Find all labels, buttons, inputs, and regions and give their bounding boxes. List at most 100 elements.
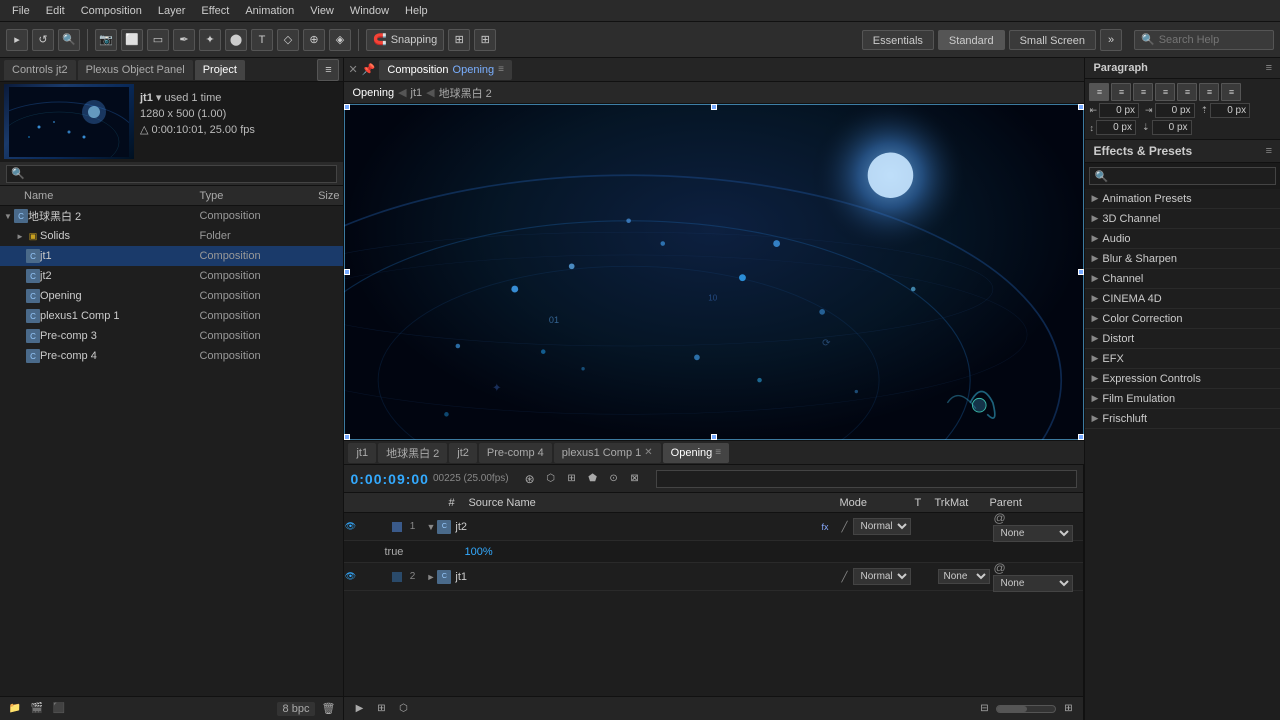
- expand-tool[interactable]: ⊞: [474, 29, 496, 51]
- effect-cat-blur-sharpen[interactable]: ▶ Blur & Sharpen: [1085, 249, 1280, 269]
- layer-keyframe-icon[interactable]: ╱: [841, 571, 853, 583]
- timeline-search-input[interactable]: [661, 473, 1073, 485]
- tl-zoom-in[interactable]: ⊞: [1059, 700, 1077, 718]
- layer-parent-select[interactable]: None: [993, 525, 1073, 542]
- effect-cat-efx[interactable]: ▶ EFX: [1085, 349, 1280, 369]
- effect-cat-3d-channel[interactable]: ▶ 3D Channel: [1085, 209, 1280, 229]
- new-folder-btn[interactable]: 📁: [6, 700, 24, 718]
- layer-lock-icon[interactable]: [380, 571, 392, 583]
- tl-tab-diqiu[interactable]: 地球黑白 2: [378, 443, 447, 463]
- tl-tab-precomp4[interactable]: Pre-comp 4: [479, 443, 552, 463]
- effect-cat-expression-controls[interactable]: ▶ Expression Controls: [1085, 369, 1280, 389]
- tl-ctrl-5[interactable]: ⊙: [605, 470, 623, 488]
- tl-tab-opening[interactable]: Opening ≡: [663, 443, 729, 463]
- tl-ctrl-6[interactable]: ⊠: [626, 470, 644, 488]
- layer-parent-select[interactable]: None: [993, 575, 1073, 592]
- effect-cat-animation-presets[interactable]: ▶ Animation Presets: [1085, 189, 1280, 209]
- indent-top-input[interactable]: [1210, 103, 1250, 118]
- project-item[interactable]: C Pre-comp 3 Composition: [0, 326, 343, 346]
- new-comp-btn[interactable]: 🎬: [28, 700, 46, 718]
- tl-tab-plexus1[interactable]: plexus1 Comp 1 ✕: [554, 443, 661, 463]
- project-item[interactable]: C jt1 Composition: [0, 246, 343, 266]
- effects-options-icon[interactable]: ≡: [1266, 145, 1272, 157]
- comp-close-icon[interactable]: ✕: [348, 63, 357, 76]
- workspace-essentials[interactable]: Essentials: [862, 30, 934, 50]
- indent-left-input[interactable]: [1099, 103, 1139, 118]
- rotation-tool[interactable]: ↺: [32, 29, 54, 51]
- menu-help[interactable]: Help: [397, 0, 436, 22]
- tl-tab-close-icon[interactable]: ≡: [715, 447, 721, 458]
- menu-edit[interactable]: Edit: [38, 0, 73, 22]
- tl-bottom-1[interactable]: ▶: [350, 700, 368, 718]
- effect-cat-frischluft[interactable]: ▶ Frischluft: [1085, 409, 1280, 429]
- tab-project[interactable]: Project: [195, 60, 245, 80]
- mask-tool[interactable]: ▭: [147, 29, 169, 51]
- layer-solo-icon[interactable]: [368, 521, 380, 533]
- comp-pin-icon[interactable]: 📌: [362, 63, 376, 76]
- layer-audio-icon[interactable]: [356, 521, 368, 533]
- effect-cat-audio[interactable]: ▶ Audio: [1085, 229, 1280, 249]
- text-tool[interactable]: T: [251, 29, 273, 51]
- project-item[interactable]: C jt2 Composition: [0, 266, 343, 286]
- eraser-tool[interactable]: ◇: [277, 29, 299, 51]
- tl-bottom-3[interactable]: ⬡: [394, 700, 412, 718]
- space-before-input[interactable]: [1096, 120, 1136, 135]
- snapping-toggle[interactable]: 🧲 Snapping: [366, 29, 444, 51]
- search-help-input[interactable]: [1159, 34, 1259, 46]
- opacity-value[interactable]: 100%: [464, 546, 492, 558]
- tab-plexus[interactable]: Plexus Object Panel: [78, 60, 193, 80]
- indent-right-input[interactable]: [1155, 103, 1195, 118]
- breadcrumb-jt1[interactable]: jt1: [411, 87, 423, 99]
- clone-tool[interactable]: ✦: [199, 29, 221, 51]
- align-just-all-btn[interactable]: ≡: [1221, 83, 1241, 101]
- tl-tab-jt1[interactable]: jt1: [348, 443, 376, 463]
- layer-mode-select[interactable]: Normal: [853, 518, 911, 535]
- select-tool[interactable]: ▸: [6, 29, 28, 51]
- layer-expand-icon[interactable]: ►: [426, 572, 435, 582]
- layer-audio-icon[interactable]: [356, 571, 368, 583]
- align-center-btn[interactable]: ≡: [1111, 83, 1131, 101]
- comp-tab[interactable]: Composition Opening ≡: [379, 60, 512, 80]
- workspace-small-screen[interactable]: Small Screen: [1009, 30, 1096, 50]
- effect-cat-distort[interactable]: ▶ Distort: [1085, 329, 1280, 349]
- effect-cat-color-correction[interactable]: ▶ Color Correction: [1085, 309, 1280, 329]
- layer-visibility-icon[interactable]: 👁: [344, 571, 356, 583]
- menu-view[interactable]: View: [302, 0, 342, 22]
- delete-btn[interactable]: 🗑: [319, 700, 337, 718]
- menu-file[interactable]: File: [4, 0, 38, 22]
- tl-ctrl-4[interactable]: ⬟: [584, 470, 602, 488]
- puppet-tool[interactable]: ⊕: [303, 29, 325, 51]
- layer-visibility-icon[interactable]: 👁: [344, 521, 356, 533]
- bpc-selector[interactable]: 8 bpc: [277, 702, 316, 716]
- shape-tool[interactable]: ◈: [329, 29, 351, 51]
- layer-mode-select[interactable]: Normal: [853, 568, 911, 585]
- menu-effect[interactable]: Effect: [193, 0, 237, 22]
- brush-tool[interactable]: ⬤: [225, 29, 247, 51]
- breadcrumb-opening[interactable]: Opening: [352, 87, 394, 99]
- layer-lock-icon[interactable]: [380, 521, 392, 533]
- workspace-more[interactable]: »: [1100, 29, 1122, 51]
- select-box-tool[interactable]: ⬜: [121, 29, 143, 51]
- effect-cat-channel[interactable]: ▶ Channel: [1085, 269, 1280, 289]
- align-left-btn[interactable]: ≡: [1089, 83, 1109, 101]
- project-item[interactable]: ▼ C 地球黑白 2 Composition: [0, 206, 343, 226]
- tl-zoom-slider[interactable]: [996, 705, 1056, 713]
- search-tool[interactable]: 🔍: [58, 29, 80, 51]
- tl-bottom-2[interactable]: ⊞: [372, 700, 390, 718]
- paragraph-options-icon[interactable]: ≡: [1266, 62, 1272, 74]
- layer-expand-icon[interactable]: ▼: [426, 522, 435, 532]
- layer-solo-icon[interactable]: [368, 571, 380, 583]
- layer-trkmat-select[interactable]: None: [938, 569, 990, 584]
- layer-name[interactable]: jt1: [455, 571, 467, 583]
- project-item[interactable]: C Pre-comp 4 Composition: [0, 346, 343, 366]
- align-just-right-btn[interactable]: ≡: [1199, 83, 1219, 101]
- layer-label-icon[interactable]: [392, 572, 402, 582]
- expand-arrow-icon[interactable]: ►: [16, 232, 26, 241]
- tab-controls[interactable]: Controls jt2: [4, 60, 76, 80]
- pen-tool[interactable]: ✒: [173, 29, 195, 51]
- layer-label-icon[interactable]: [392, 522, 402, 532]
- timeline-current-time[interactable]: 0:00:09:00: [350, 471, 429, 487]
- align-right-btn[interactable]: ≡: [1133, 83, 1153, 101]
- align-just-left-btn[interactable]: ≡: [1155, 83, 1175, 101]
- effect-cat-cinema4d[interactable]: ▶ CINEMA 4D: [1085, 289, 1280, 309]
